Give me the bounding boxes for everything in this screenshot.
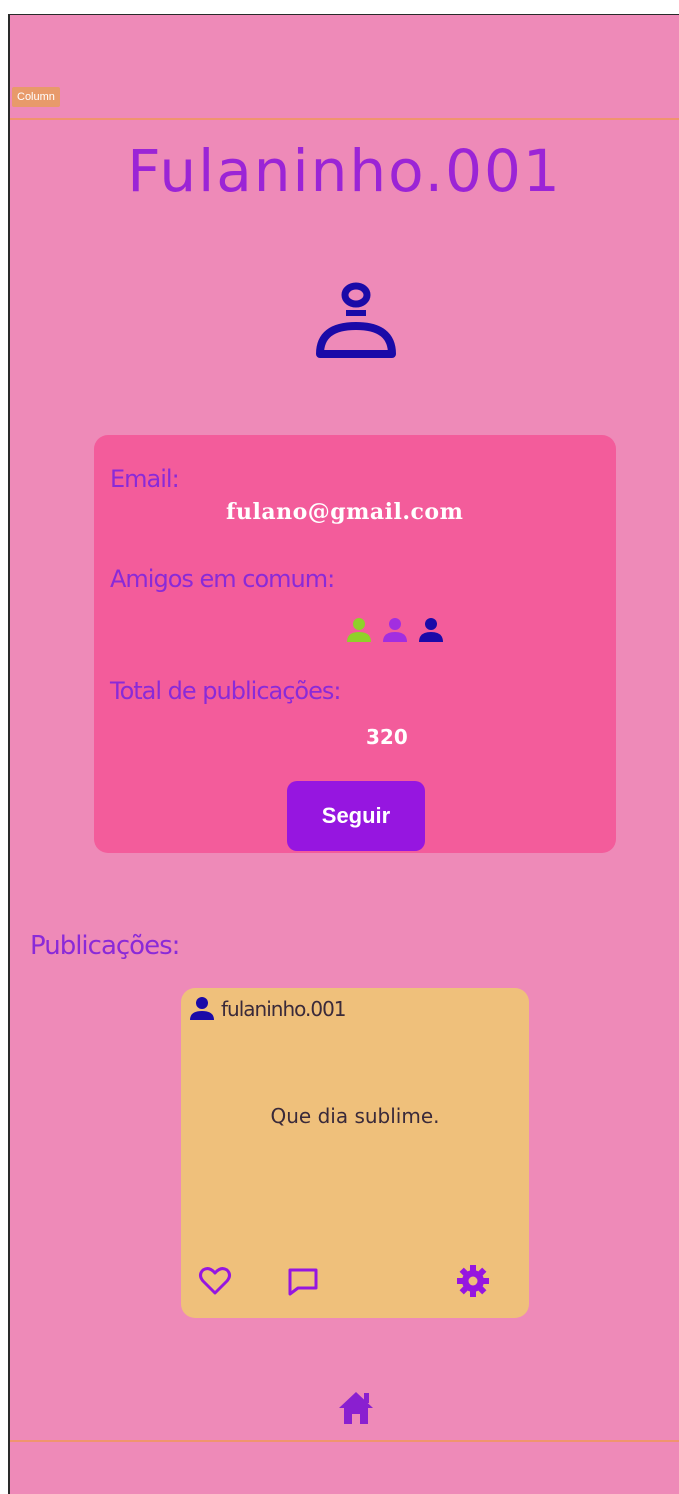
user-icon[interactable] — [344, 615, 374, 645]
home-icon[interactable] — [336, 1389, 376, 1427]
total-posts-label: Total de publicações: — [110, 677, 341, 705]
column-tag: Column — [12, 87, 60, 107]
mutual-friends-label: Amigos em comum: — [110, 565, 335, 593]
column-top-guide — [10, 118, 679, 120]
mutual-friends-list — [344, 615, 446, 645]
heart-icon[interactable] — [197, 1263, 233, 1299]
comment-icon[interactable] — [285, 1263, 321, 1299]
post-author[interactable]: fulaninho.001 — [189, 996, 347, 1022]
post-text: Que dia sublime. — [270, 1104, 440, 1128]
email-value: fulano@gmail.com — [226, 499, 464, 525]
follow-button[interactable]: Seguir — [287, 781, 425, 851]
user-icon — [190, 997, 214, 1020]
user-icon[interactable] — [380, 615, 410, 645]
publications-title: Publicações: — [30, 931, 180, 961]
profile-username-title: Fulaninho.001 — [127, 137, 562, 205]
screen: Column Fulaninho.001 Email: fulano@gmail… — [8, 14, 679, 1494]
user-icon — [316, 282, 396, 358]
email-label: Email: — [110, 465, 180, 493]
post-author-name: fulaninho.001 — [221, 997, 347, 1021]
column-bottom-guide — [10, 1440, 679, 1442]
post-card: fulaninho.001 Que dia sublime. — [181, 988, 529, 1318]
total-posts-value: 320 — [366, 725, 408, 749]
profile-info-card: Email: fulano@gmail.com Amigos em comum:… — [94, 435, 616, 853]
gear-icon[interactable] — [455, 1263, 491, 1299]
user-icon[interactable] — [416, 615, 446, 645]
